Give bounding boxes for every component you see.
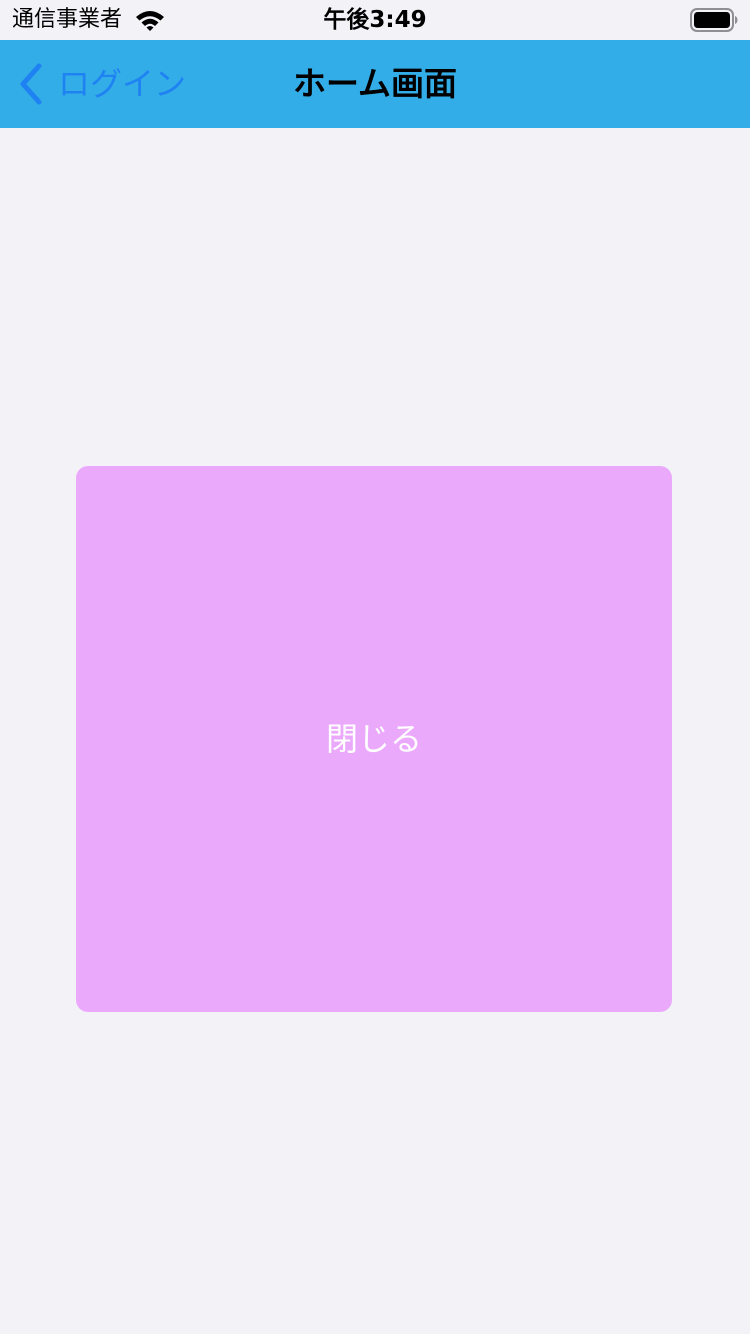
chevron-left-icon [16,62,46,106]
back-button[interactable]: ログイン [10,40,186,128]
navigation-bar: ログイン ホーム画面 [0,40,750,128]
battery-full-icon [690,8,738,32]
close-button[interactable]: 閉じる [76,466,672,1012]
status-time: 午後3:49 [323,7,427,33]
back-button-label: ログイン [58,65,187,103]
status-bar: 通信事業者 午後3:49 [0,0,750,40]
close-button-label: 閉じる [325,720,422,758]
